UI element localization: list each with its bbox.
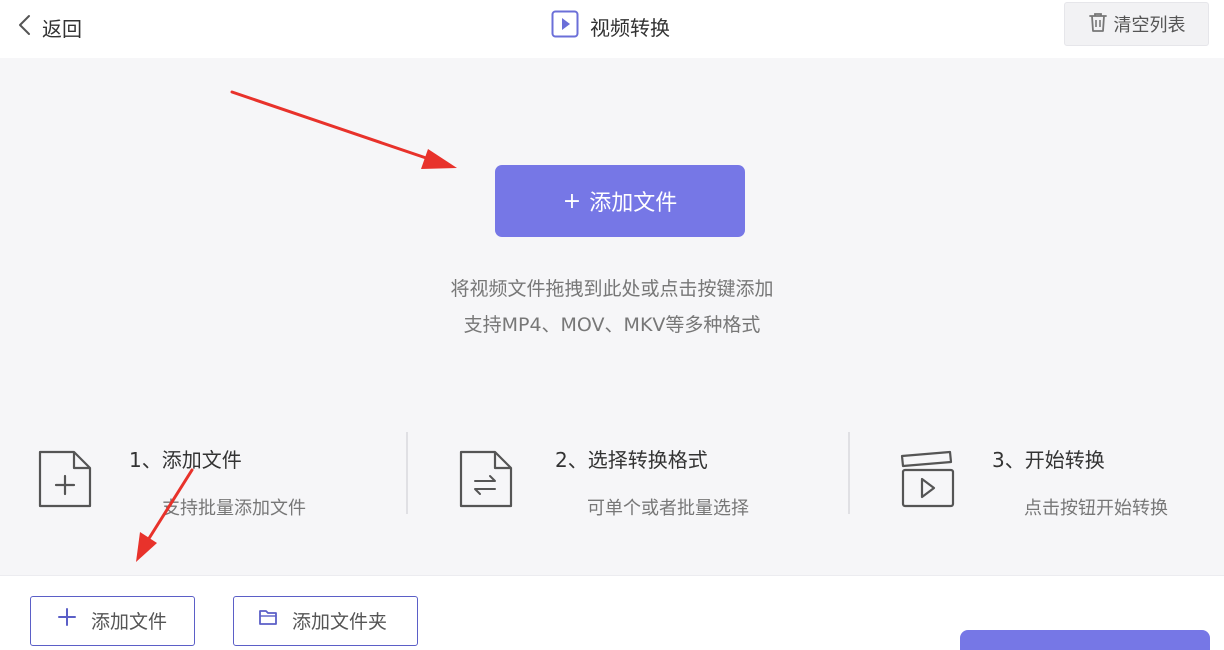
step-subtitle: 可单个或者批量选择	[587, 498, 749, 519]
add-file-label: 添加文件	[91, 611, 168, 633]
step-add-file: 1、添加文件 支持批量添加文件	[36, 432, 356, 519]
step-subtitle: 点击按钮开始转换	[1024, 498, 1168, 519]
add-folder-button[interactable]: 添加文件夹	[233, 596, 418, 646]
drop-zone[interactable]: + 添加文件 将视频文件拖拽到此处或点击按键添加 支持MP4、MOV、MKV等多…	[0, 58, 1224, 575]
chevron-left-icon	[14, 13, 36, 41]
step-title: 2、选择转换格式	[555, 448, 708, 472]
add-folder-label: 添加文件夹	[292, 611, 388, 633]
clear-list-button[interactable]: 清空列表	[1064, 2, 1209, 46]
folder-icon	[258, 607, 278, 627]
file-add-icon	[36, 448, 94, 510]
clapperboard-play-icon	[898, 448, 956, 510]
step-start-convert: 3、开始转换 点击按钮开始转换	[898, 432, 1218, 519]
page-title-text: 视频转换	[590, 15, 670, 40]
back-label: 返回	[42, 16, 82, 41]
start-convert-button[interactable]	[960, 630, 1210, 650]
bottom-toolbar: 添加文件 添加文件夹	[0, 575, 1224, 650]
format-hint: 支持MP4、MOV、MKV等多种格式	[463, 314, 761, 336]
divider	[848, 432, 850, 514]
plus-icon: +	[562, 188, 582, 214]
add-file-main-label: 添加文件	[589, 191, 678, 216]
add-file-button[interactable]: 添加文件	[30, 596, 195, 646]
plus-icon	[57, 607, 77, 627]
step-title: 3、开始转换	[992, 448, 1105, 472]
trash-icon	[1088, 11, 1108, 37]
step-subtitle: 支持批量添加文件	[162, 498, 306, 519]
add-file-main-button[interactable]: + 添加文件	[495, 165, 745, 237]
step-select-format: 2、选择转换格式 可单个或者批量选择	[457, 432, 787, 519]
clear-list-label: 清空列表	[1113, 15, 1186, 36]
video-play-icon	[550, 9, 580, 43]
step-title: 1、添加文件	[129, 448, 242, 472]
drop-hint: 将视频文件拖拽到此处或点击按键添加	[450, 278, 774, 300]
top-bar: 返回 视频转换 清空列表	[0, 0, 1224, 58]
page-title: 视频转换	[550, 10, 670, 42]
divider	[406, 432, 408, 514]
file-convert-icon	[457, 448, 515, 510]
back-button[interactable]: 返回	[14, 12, 82, 42]
